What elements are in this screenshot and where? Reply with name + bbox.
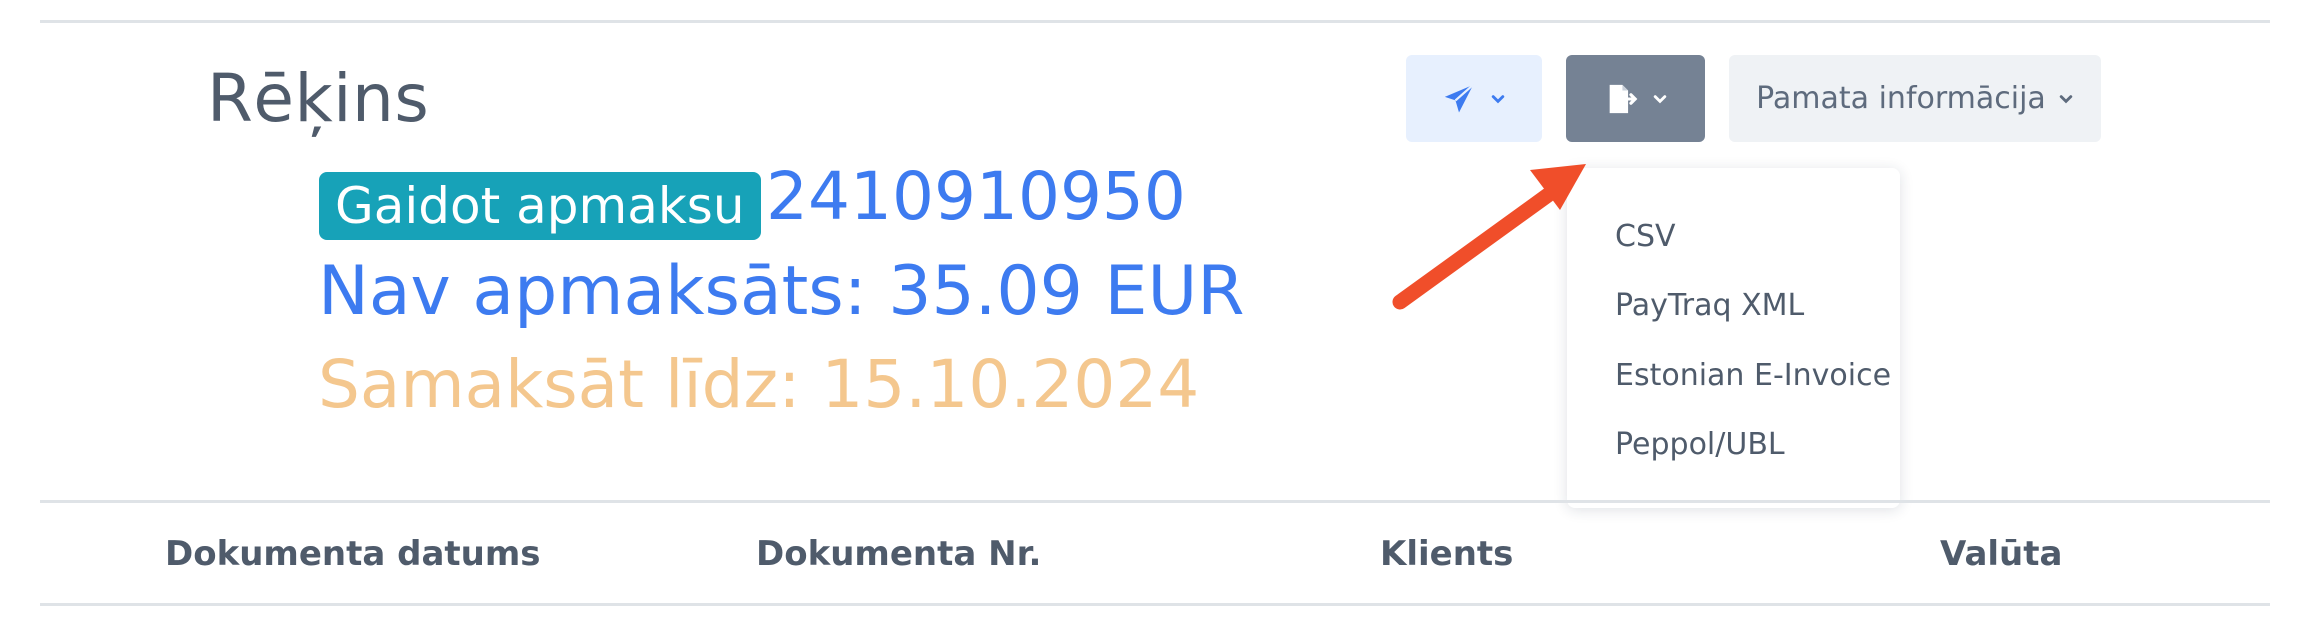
column-header-currency[interactable]: Valūta [1940,534,2062,574]
column-header-document-date[interactable]: Dokumenta datums [165,534,541,574]
column-header-client[interactable]: Klients [1380,534,1513,574]
table-header-divider [40,603,2270,606]
column-header-document-number[interactable]: Dokumenta Nr. [756,534,1041,574]
table-top-divider [40,500,2270,503]
